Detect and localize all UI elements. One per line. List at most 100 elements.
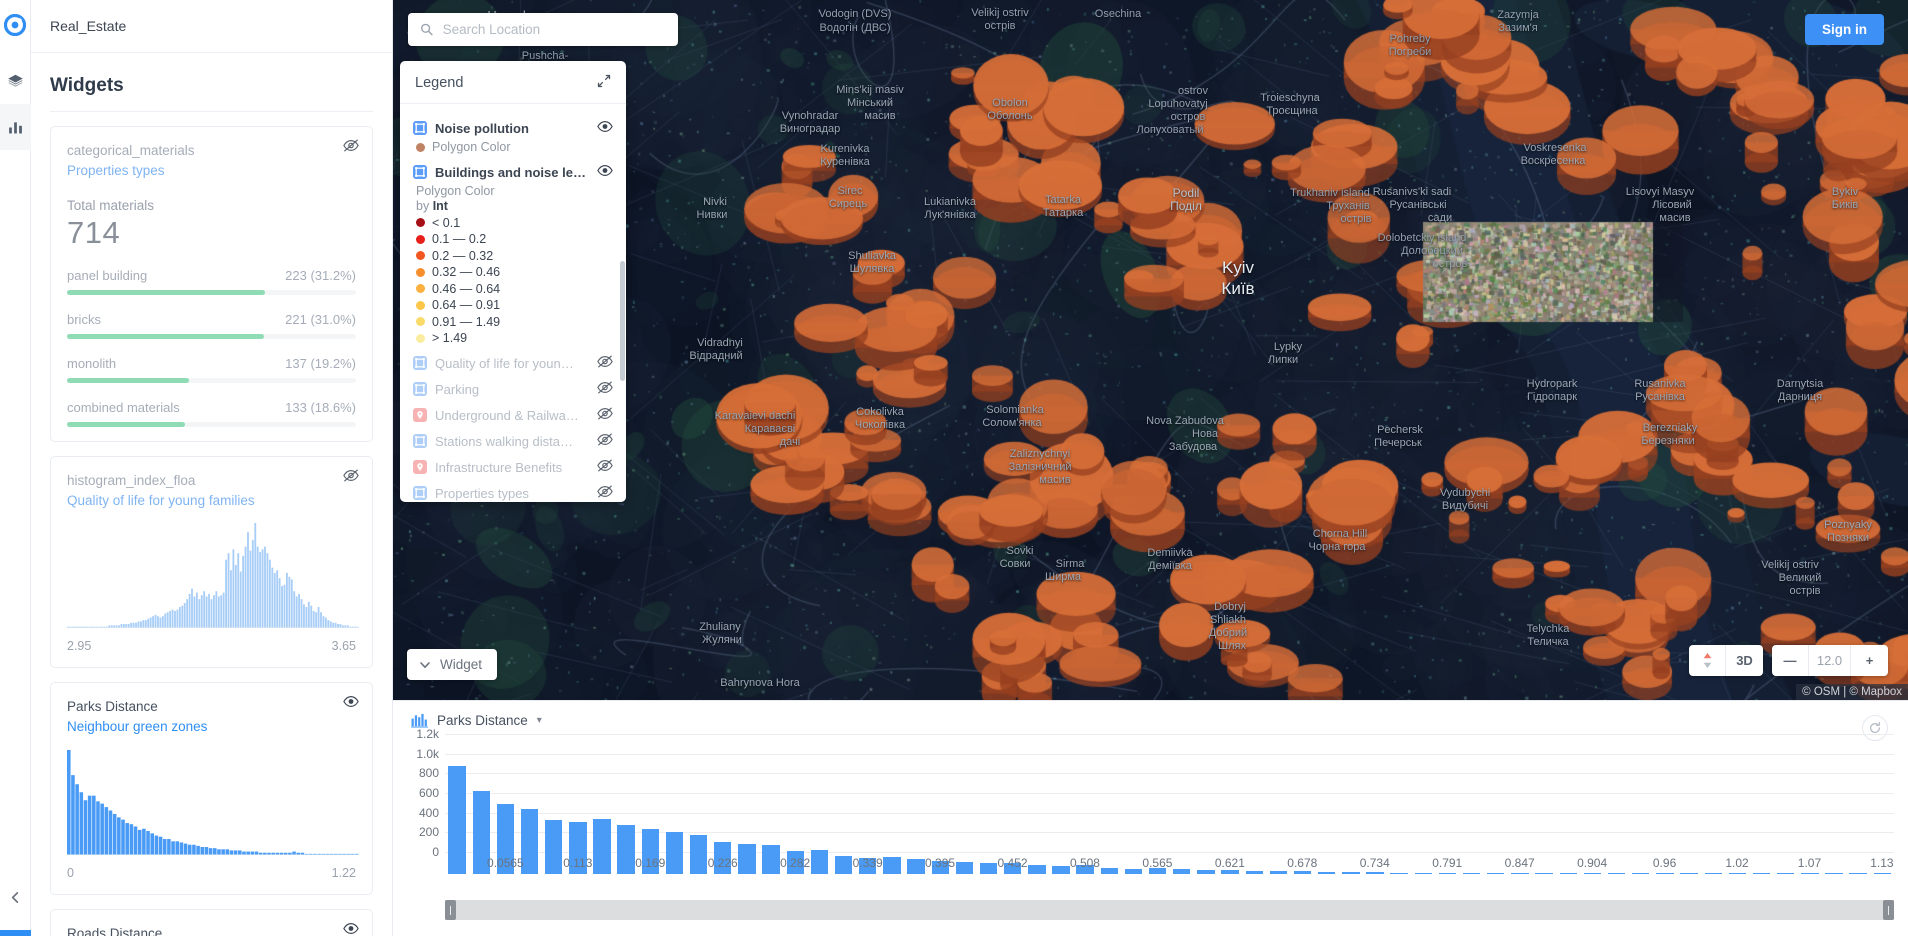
legend-ramp-label: < 0.1	[432, 215, 461, 230]
legend-ramp-label: 0.91 — 1.49	[432, 314, 501, 329]
pitch-arrows-icon[interactable]	[1689, 645, 1726, 676]
category-row: combined materials 133 (18.6%)	[67, 400, 356, 427]
legend-scrollbar[interactable]	[620, 261, 625, 381]
eye-off-icon[interactable]	[597, 485, 613, 501]
widget-card-subtitle: Neighbour green zones	[67, 719, 208, 735]
widget-card[interactable]: Roads DistanceBuildings and noise level	[50, 908, 373, 936]
chart-y-tick: 800	[418, 766, 439, 781]
legend-layer[interactable]: Infrastructure Benefits	[413, 459, 613, 475]
map-view[interactable]: HorenkaVodogin (DVS)Водогін (ДВС)Velikij…	[393, 0, 1908, 700]
polygon-layer-icon	[413, 486, 427, 500]
bar-chart-icon	[8, 121, 22, 133]
chart-x-tick: 0.339	[852, 856, 883, 870]
chart-title: Parks Distance	[437, 713, 528, 728]
eye-off-icon[interactable]	[343, 469, 359, 485]
eye-icon[interactable]	[597, 164, 613, 180]
caret-down-icon[interactable]: ▾	[537, 715, 542, 726]
eye-icon[interactable]	[597, 120, 613, 136]
legend-layer[interactable]: Buildings and noise le… Polygon Color by …	[413, 164, 613, 345]
legend-ramp-title: Polygon Color	[416, 184, 495, 198]
view-mode-group[interactable]: 3D	[1689, 645, 1763, 676]
color-swatch	[416, 251, 425, 260]
eye-off-icon[interactable]	[597, 433, 613, 449]
total-label: Total materials	[67, 197, 155, 213]
category-bar-track	[67, 333, 356, 339]
left-icon-rail	[0, 0, 31, 936]
category-bar-track	[67, 377, 356, 383]
chart-x-tick: 0.734	[1359, 856, 1390, 870]
category-label: bricks	[67, 311, 101, 327]
chart-scroll-handle-left[interactable]	[445, 900, 456, 920]
category-bar-fill	[67, 333, 265, 339]
eye-off-icon[interactable]	[343, 139, 359, 155]
eye-off-icon[interactable]	[597, 407, 613, 423]
zoom-group[interactable]: — 12.0 +	[1772, 645, 1888, 676]
legend-swatch-label: Polygon Color	[432, 140, 511, 154]
widget-card-list[interactable]: categorical_materials Properties types Tot…	[31, 112, 392, 936]
search-input[interactable]	[442, 22, 666, 37]
eye-off-icon[interactable]	[597, 459, 613, 475]
legend-panel[interactable]: Legend Noise pollution Polygon Color Bui…	[400, 61, 626, 502]
legend-layer-label: Infrastructure Benefits	[435, 459, 563, 475]
sidebar-item-widgets[interactable]	[0, 104, 31, 150]
chart-scroll-handle-right[interactable]	[1883, 900, 1894, 920]
widget-card[interactable]: Parks Distance Neighbour green zones 0 1.…	[50, 682, 373, 895]
legend-layer-label: Buildings and noise le…	[435, 164, 586, 180]
eye-icon[interactable]	[343, 922, 359, 936]
widget-card-name: Roads Distance	[67, 925, 163, 936]
widget-toggle-button[interactable]: Widget	[407, 649, 498, 680]
legend-layer[interactable]: Stations walking dista…	[413, 433, 613, 449]
legend-swatch: Polygon Color	[416, 140, 613, 154]
legend-ramp-row: 0.64 — 0.91	[416, 298, 613, 312]
map-attribution[interactable]: © OSM | © Mapbox	[1796, 684, 1908, 700]
eye-off-icon[interactable]	[597, 355, 613, 371]
collapse-diagonal-icon[interactable]	[597, 74, 611, 91]
widget-histogram[interactable]	[67, 523, 359, 634]
category-bar-track	[67, 421, 356, 427]
color-swatch	[416, 142, 425, 152]
widget-card-name: Parks Distance	[67, 699, 158, 714]
legend-ramp-label: 0.2 — 0.32	[432, 248, 494, 263]
polygon-layer-icon	[413, 356, 427, 370]
color-swatch	[416, 317, 425, 326]
category-row: bricks 221 (31.0%)	[67, 312, 356, 339]
chart-x-tick: 0.508	[1069, 856, 1100, 870]
chart-x-tick: 0.96	[1652, 856, 1677, 870]
search-location-box[interactable]	[408, 13, 678, 46]
eye-off-icon[interactable]	[597, 381, 613, 397]
chart-y-tick: 200	[418, 825, 439, 840]
eye-icon[interactable]	[343, 695, 359, 711]
legend-layer-list[interactable]: Noise pollution Polygon Color Buildings …	[400, 104, 626, 502]
chart-horizontal-scrollbar[interactable]	[445, 900, 1894, 920]
sidebar-item-layers[interactable]	[0, 58, 31, 104]
chart-y-tick: 1.2k	[416, 727, 439, 741]
category-bar-fill	[67, 377, 190, 383]
zoom-in-button[interactable]: +	[1851, 645, 1888, 676]
app-logo-icon[interactable]	[3, 13, 27, 37]
chart-x-tick: 1.07	[1797, 856, 1822, 870]
sign-in-button[interactable]: Sign in	[1805, 14, 1884, 45]
chart-gridline	[445, 753, 1894, 755]
widget-card[interactable]: categorical_materials Properties types Tot…	[50, 126, 373, 442]
legend-layer[interactable]: Parking	[413, 381, 613, 397]
chart-header[interactable]: Parks Distance ▾	[393, 701, 1908, 728]
chart-x-tick: 0.169	[635, 856, 666, 870]
color-swatch	[416, 300, 425, 310]
legend-ramp-label: > 1.49	[432, 331, 468, 345]
map-controls[interactable]: 3D — 12.0 +	[1689, 645, 1888, 676]
legend-layer[interactable]: Underground & Railwa…	[413, 407, 613, 423]
legend-layer[interactable]: Noise pollution Polygon Color	[413, 120, 613, 154]
widget-histogram[interactable]	[67, 749, 359, 861]
widget-card[interactable]: histogram_index_floa Quality of life for …	[50, 455, 373, 668]
legend-layer[interactable]: Quality of life for youn…	[413, 355, 613, 371]
total-value: 714	[67, 214, 121, 250]
collapse-sidebar-button[interactable]	[0, 882, 31, 912]
chart-y-tick: 1.0k	[416, 746, 439, 761]
legend-layer[interactable]: Properties types	[413, 485, 613, 501]
zoom-out-button[interactable]: —	[1772, 645, 1809, 676]
legend-ramp-label: 0.46 — 0.64	[432, 281, 501, 296]
chart-x-tick: 0.621	[1214, 856, 1245, 870]
widget-card-subtitle: Quality of life for young families	[67, 492, 255, 508]
map-3d-toggle[interactable]: 3D	[1726, 645, 1763, 676]
widget-toggle-label: Widget	[440, 657, 483, 672]
